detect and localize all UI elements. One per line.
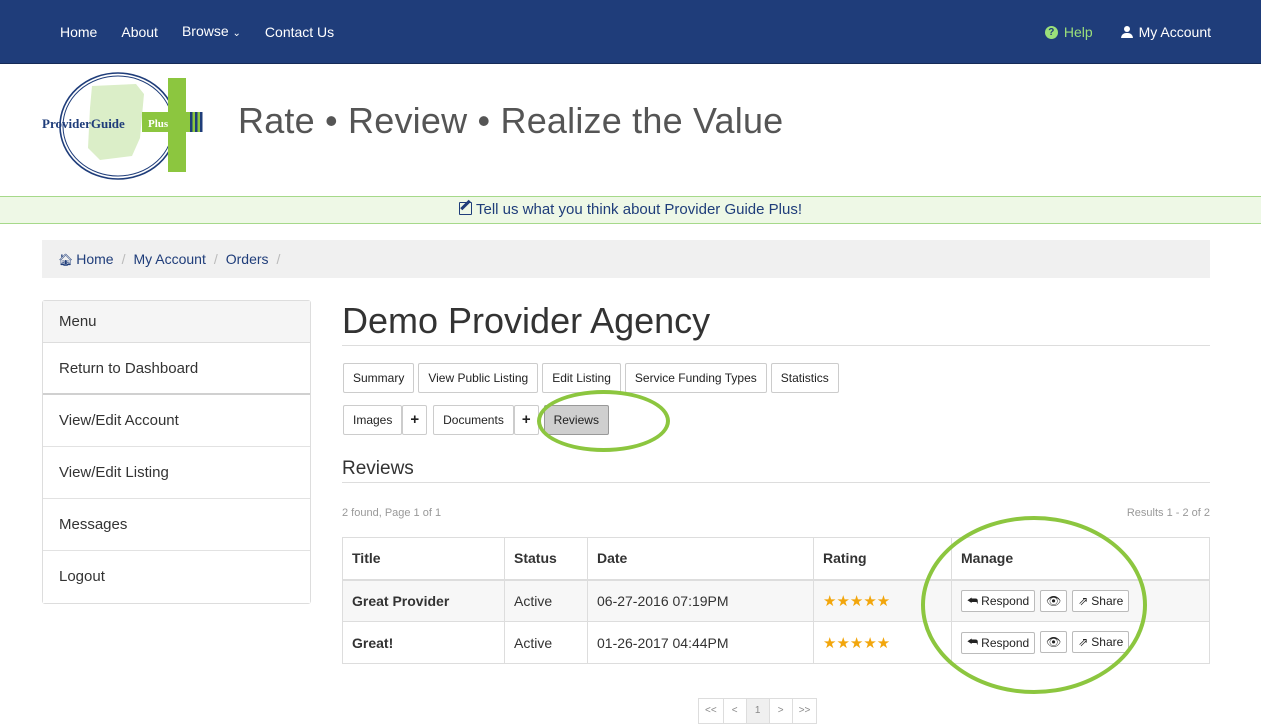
breadcrumb-home-label: Home [76, 251, 114, 267]
logo-bar-1 [190, 112, 193, 132]
top-navbar: Home About Browse ⌄ Contact Us ? Help My… [0, 0, 1261, 64]
eye-icon: 👁︎ [1046, 593, 1062, 608]
nav-help-label: Help [1063, 24, 1093, 40]
sidebar-item-dashboard[interactable]: Return to Dashboard [43, 343, 310, 395]
tab-edit-listing[interactable]: Edit Listing [542, 363, 621, 393]
logo-bar-2 [195, 112, 198, 132]
nav-about[interactable]: About [121, 0, 158, 64]
sidebar-item-edit-listing[interactable]: View/Edit Listing [43, 447, 310, 499]
site-tagline: Rate • Review • Realize the Value [238, 100, 784, 141]
nav-left: Home About Browse ⌄ Contact Us [60, 0, 358, 64]
breadcrumb-separator: / [121, 251, 126, 267]
column-header-rating[interactable]: Rating [813, 537, 952, 581]
sidebar-item-messages[interactable]: Messages [43, 499, 310, 551]
review-date: 01-26-2017 04:44PM [587, 621, 814, 664]
feedback-banner[interactable]: Tell us what you think about Provider Gu… [0, 196, 1261, 224]
caret-down-icon: ⌄ [232, 27, 241, 39]
sidebar-header: Menu [43, 301, 310, 343]
review-title: Great! [342, 621, 505, 664]
tab-service-funding-types[interactable]: Service Funding Types [624, 363, 767, 393]
respond-label: Respond [981, 635, 1030, 650]
share-button[interactable]: ⇗ Share [1072, 631, 1130, 654]
breadcrumb: 🏠︎ Home / My Account / Orders / [42, 240, 1210, 278]
tab-row-primary: Summary View Public Listing Edit Listing… [343, 363, 843, 393]
page-last-button[interactable]: >> [791, 698, 818, 724]
results-range: Results 1 - 2 of 2 [1126, 507, 1210, 519]
found-count: 2 found, Page 1 of 1 [342, 507, 442, 519]
breadcrumb-my-account[interactable]: My Account [133, 251, 205, 267]
edit-icon [458, 202, 472, 215]
page-title: Demo Provider Agency [342, 300, 1210, 346]
column-header-title[interactable]: Title [342, 537, 505, 581]
pagination: << < 1 > >> [698, 698, 818, 724]
sidebar-item-logout[interactable]: Logout [43, 551, 310, 603]
star-rating: ★★★★★ [813, 621, 952, 664]
share-icon: ⇗ [1078, 593, 1089, 608]
review-date: 06-27-2016 07:19PM [587, 579, 814, 622]
breadcrumb-home[interactable]: 🏠︎ Home [58, 251, 114, 267]
sidebar-menu: Menu Return to Dashboard View/Edit Accou… [42, 300, 311, 604]
nav-browse[interactable]: Browse ⌄ [182, 0, 241, 66]
home-icon: 🏠︎ [58, 253, 74, 267]
column-header-manage: Manage [951, 537, 1210, 581]
breadcrumb-separator: / [276, 251, 281, 267]
star-rating: ★★★★★ [813, 579, 952, 622]
nav-help[interactable]: ? Help [1044, 0, 1093, 64]
tab-reviews[interactable]: Reviews [543, 405, 609, 435]
feedback-text: Tell us what you think about Provider Gu… [475, 201, 802, 218]
tab-statistics[interactable]: Statistics [770, 363, 839, 393]
manage-cell: ⮪ Respond 👁︎ ⇗ Share [951, 579, 1210, 622]
logo-bar-3 [200, 112, 203, 132]
nav-home[interactable]: Home [60, 0, 97, 64]
respond-button[interactable]: ⮪ Respond [961, 631, 1036, 654]
reviews-table: Title Status Date Rating Manage Great Pr… [342, 537, 1210, 664]
page-current-button[interactable]: 1 [745, 698, 770, 724]
nav-browse-label: Browse [181, 22, 229, 39]
eye-icon: 👁︎ [1046, 635, 1062, 650]
share-label: Share [1091, 593, 1124, 608]
view-button[interactable]: 👁︎ [1040, 631, 1068, 654]
provider-guide-logo[interactable]: ProviderGuide Plus [40, 68, 210, 184]
question-icon: ? [1044, 25, 1058, 39]
respond-label: Respond [981, 594, 1030, 608]
review-status: Active [504, 621, 588, 664]
share-button[interactable]: ⇗ Share [1072, 589, 1130, 612]
nav-contact[interactable]: Contact Us [265, 0, 334, 64]
add-document-button[interactable]: + [513, 405, 539, 435]
review-status: Active [504, 579, 588, 622]
nav-right: ? Help My Account [1017, 0, 1211, 64]
review-title: Great Provider [342, 579, 505, 622]
table-row: Great! Active 01-26-2017 04:44PM ★★★★★ ⮪… [342, 621, 1210, 664]
page-next-button[interactable]: > [768, 698, 793, 724]
tab-images[interactable]: Images [343, 405, 403, 435]
sidebar-item-edit-account[interactable]: View/Edit Account [43, 395, 310, 447]
column-header-date[interactable]: Date [587, 537, 814, 581]
logo-text-main: ProviderGuide [42, 116, 125, 131]
table-row: Great Provider Active 06-27-2016 07:19PM… [342, 579, 1210, 622]
manage-cell: ⮪ Respond 👁︎ ⇗ Share [951, 621, 1210, 664]
reply-icon: ⮪ [967, 635, 979, 650]
share-label: Share [1091, 635, 1124, 650]
tab-summary[interactable]: Summary [343, 363, 415, 393]
view-button[interactable]: 👁︎ [1040, 589, 1068, 612]
tab-documents[interactable]: Documents [433, 405, 514, 435]
table-header-row: Title Status Date Rating Manage [342, 537, 1210, 581]
page-prev-button[interactable]: < [722, 698, 747, 724]
add-image-button[interactable]: + [402, 405, 428, 435]
nav-account-label: My Account [1138, 24, 1211, 40]
reviews-heading: Reviews [342, 459, 1210, 483]
reply-icon: ⮪ [967, 593, 979, 608]
respond-button[interactable]: ⮪ Respond [961, 590, 1036, 612]
nav-account[interactable]: My Account [1120, 0, 1211, 64]
breadcrumb-orders[interactable]: Orders [226, 251, 269, 267]
user-icon [1120, 26, 1133, 38]
page-first-button[interactable]: << [698, 698, 724, 724]
logo-text-plus: Plus [148, 118, 169, 130]
breadcrumb-separator: / [213, 251, 218, 267]
share-icon: ⇗ [1078, 635, 1089, 650]
tab-row-secondary: Images + Documents + Reviews [343, 405, 613, 435]
column-header-status[interactable]: Status [504, 537, 588, 581]
tab-view-public-listing[interactable]: View Public Listing [418, 363, 539, 393]
